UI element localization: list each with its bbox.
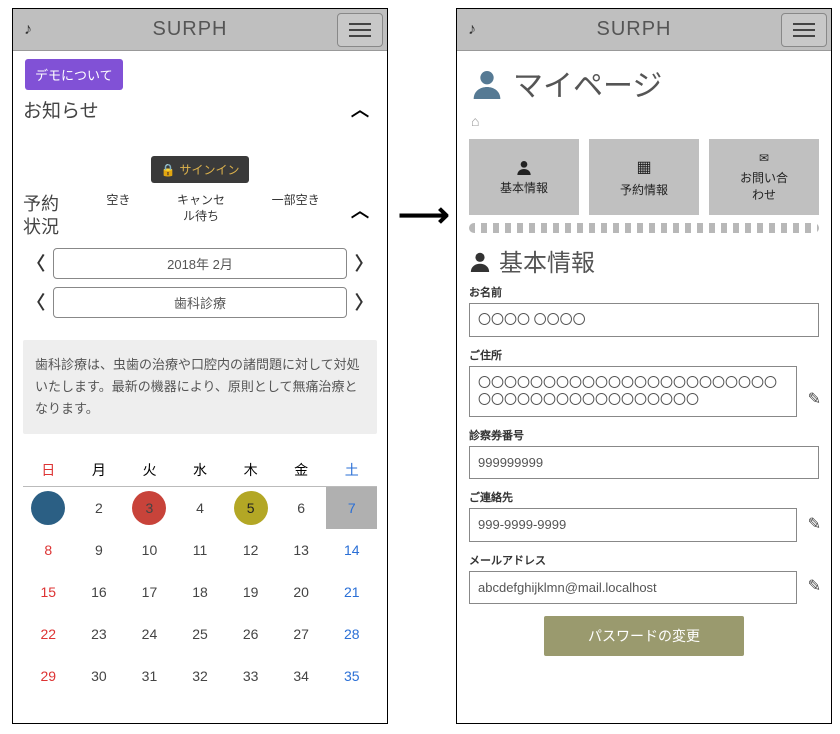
page-title: マイページ xyxy=(513,61,662,105)
signin-button[interactable]: 🔒 サインイン xyxy=(151,156,250,183)
weekday-label: 月 xyxy=(74,454,125,487)
field-contact: ご連絡先 999-9999-9999 ✎ xyxy=(469,489,819,542)
calendar-day[interactable]: 28 xyxy=(326,613,377,655)
calendar-day[interactable]: 17 xyxy=(124,571,175,613)
calendar-day[interactable]: 12 xyxy=(225,529,276,571)
card-reservation-info[interactable]: ▦ 予約情報 xyxy=(589,139,699,215)
edit-address-icon[interactable]: ✎ xyxy=(808,389,821,409)
calendar-day[interactable]: 24 xyxy=(124,613,175,655)
header: ♪ SURPH xyxy=(13,9,387,51)
arrow-icon: ⟶ xyxy=(398,194,450,236)
header: ♪ SURPH xyxy=(457,9,831,51)
weekday-label: 日 xyxy=(23,454,74,487)
reservation-status-heading: 予約状況 xyxy=(23,193,83,240)
card-basic-info[interactable]: 基本情報 xyxy=(469,139,579,215)
lock-icon: 🔒 xyxy=(161,163,176,177)
calendar-icon: ▦ xyxy=(636,157,651,177)
calendar-day[interactable]: 22 xyxy=(23,613,74,655)
brand-title: SURPH xyxy=(43,18,337,41)
calendar-header: 日月火水木金土 xyxy=(23,454,377,487)
calendar-body: 2345678910111213141516171819202122232425… xyxy=(23,487,377,697)
calendar-day[interactable]: 21 xyxy=(326,571,377,613)
calendar-day[interactable]: 4 xyxy=(175,487,226,529)
calendar-day[interactable]: 25 xyxy=(175,613,226,655)
address-input[interactable]: 〇〇〇〇〇〇〇〇〇〇〇〇〇〇〇〇〇〇〇〇〇〇〇〇〇〇〇〇〇〇〇〇〇〇〇〇〇〇〇〇 xyxy=(469,366,797,417)
calendar-day[interactable]: 32 xyxy=(175,655,226,697)
calendar-day[interactable]: 27 xyxy=(276,613,327,655)
calendar-day[interactable]: 9 xyxy=(74,529,125,571)
calendar-day[interactable]: 13 xyxy=(276,529,327,571)
calendar-day[interactable]: 14 xyxy=(326,529,377,571)
person-icon xyxy=(469,250,491,272)
calendar-day[interactable]: 8 xyxy=(23,529,74,571)
demo-button[interactable]: デモについて xyxy=(25,59,123,90)
calendar-day[interactable]: 10 xyxy=(124,529,175,571)
next-month-button[interactable]: 〉 xyxy=(351,250,377,276)
music-note-icon: ♪ xyxy=(13,21,43,39)
calendar-day[interactable]: 31 xyxy=(124,655,175,697)
calendar-day[interactable]: 20 xyxy=(276,571,327,613)
menu-button[interactable] xyxy=(337,13,383,47)
section-title: 基本情報 xyxy=(499,243,595,278)
change-password-button[interactable]: パスワードの変更 xyxy=(544,616,744,656)
calendar-day[interactable] xyxy=(23,487,74,529)
calendar-day[interactable]: 16 xyxy=(74,571,125,613)
calendar-day[interactable]: 33 xyxy=(225,655,276,697)
calendar-day[interactable]: 26 xyxy=(225,613,276,655)
edit-contact-icon[interactable]: ✎ xyxy=(808,514,821,534)
signin-label: サインイン xyxy=(179,161,239,178)
weekday-label: 木 xyxy=(225,454,276,487)
calendar-day[interactable]: 2 xyxy=(74,487,125,529)
home-breadcrumb-icon[interactable]: ⌂ xyxy=(457,109,831,139)
weekday-label: 土 xyxy=(326,454,377,487)
calendar-day[interactable]: 15 xyxy=(23,571,74,613)
news-heading: お知らせ xyxy=(23,96,343,123)
calendar-day[interactable]: 3 xyxy=(124,487,175,529)
prev-dept-button[interactable]: 〈 xyxy=(23,289,49,315)
calendar-day[interactable]: 34 xyxy=(276,655,327,697)
name-input[interactable]: 〇〇〇〇 〇〇〇〇 xyxy=(469,303,819,337)
card-pagination-dots xyxy=(469,223,819,233)
envelope-icon: ✉ xyxy=(759,151,769,165)
edit-email-icon[interactable]: ✎ xyxy=(808,576,821,596)
field-address: ご住所 〇〇〇〇〇〇〇〇〇〇〇〇〇〇〇〇〇〇〇〇〇〇〇〇〇〇〇〇〇〇〇〇〇〇〇〇… xyxy=(469,347,819,417)
weekday-label: 水 xyxy=(175,454,226,487)
menu-button[interactable] xyxy=(781,13,827,47)
month-selector[interactable]: 2018年 2月 xyxy=(53,248,347,279)
prev-month-button[interactable]: 〈 xyxy=(23,250,49,276)
calendar-day[interactable]: 19 xyxy=(225,571,276,613)
field-ticket: 診察券番号 999999999 xyxy=(469,427,819,480)
calendar-day[interactable]: 7 xyxy=(326,487,377,529)
calendar-day[interactable]: 6 xyxy=(276,487,327,529)
weekday-label: 火 xyxy=(124,454,175,487)
calendar-day[interactable]: 5 xyxy=(225,487,276,529)
person-icon xyxy=(471,67,503,99)
field-name: お名前 〇〇〇〇 〇〇〇〇 xyxy=(469,284,819,337)
dept-description: 歯科診療は、虫歯の治療や口腔内の諸問題に対して対処いたします。最新の機器により、… xyxy=(23,340,377,434)
calendar-day[interactable]: 23 xyxy=(74,613,125,655)
calendar-day[interactable]: 30 xyxy=(74,655,125,697)
music-note-icon: ♪ xyxy=(457,21,487,39)
phone-left: ♪ SURPH デモについて お知らせ ︿ 🔒 サインイン 予約状況 空き キャ… xyxy=(12,8,388,724)
calendar-day[interactable]: 18 xyxy=(175,571,226,613)
brand-title: SURPH xyxy=(487,18,781,41)
email-input[interactable]: abcdefghijklmn@mail.localhost xyxy=(469,571,797,605)
ticket-input[interactable]: 999999999 xyxy=(469,446,819,480)
next-dept-button[interactable]: 〉 xyxy=(351,289,377,315)
field-email: メールアドレス abcdefghijklmn@mail.localhost ✎ xyxy=(469,552,819,605)
calendar-day[interactable]: 35 xyxy=(326,655,377,697)
collapse-news-icon[interactable]: ︿ xyxy=(343,92,377,126)
dept-selector[interactable]: 歯科診療 xyxy=(53,287,347,318)
phone-right: ♪ SURPH マイページ ⌂ 基本情報 ▦ 予約情報 ✉ お問い合わせ 基本情… xyxy=(456,8,832,724)
collapse-status-icon[interactable]: ︿ xyxy=(343,193,377,227)
calendar-day[interactable]: 11 xyxy=(175,529,226,571)
weekday-label: 金 xyxy=(276,454,327,487)
person-icon xyxy=(516,159,532,175)
calendar-day[interactable]: 29 xyxy=(23,655,74,697)
card-contact[interactable]: ✉ お問い合わせ xyxy=(709,139,819,215)
status-legend: 空き キャンセル待ち 一部空き xyxy=(83,193,343,224)
contact-input[interactable]: 999-9999-9999 xyxy=(469,508,797,542)
